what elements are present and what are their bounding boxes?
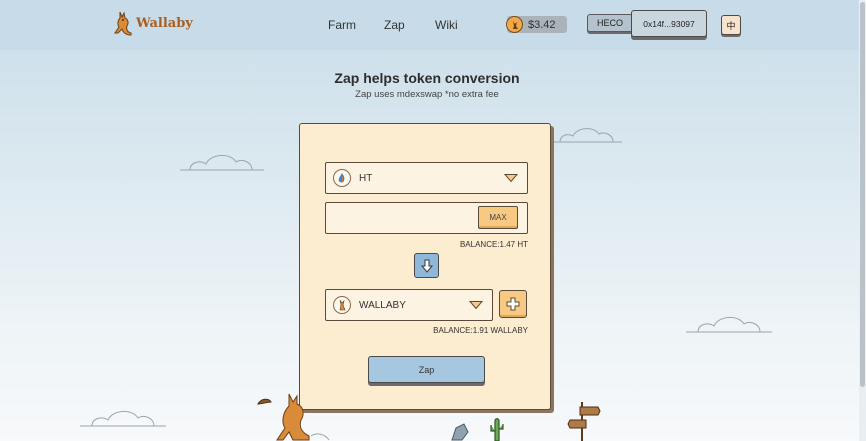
- logo-text: Wallaby: [136, 15, 193, 31]
- signpost-icon: [567, 402, 601, 441]
- add-token-button[interactable]: [499, 290, 527, 318]
- zap-button[interactable]: Zap: [368, 356, 485, 383]
- logo[interactable]: Wallaby: [112, 10, 193, 36]
- top-bar: Wallaby Farm Zap Wiki $3.42 HECO 0x14f..…: [0, 0, 866, 50]
- to-token-select[interactable]: WALLABY: [325, 289, 493, 321]
- cloud-icon: [686, 317, 772, 333]
- wallet-address-button[interactable]: 0x14f...93097: [631, 10, 707, 37]
- scrollbar-thumb[interactable]: [860, 2, 865, 387]
- language-button[interactable]: 中: [721, 15, 741, 35]
- nav-zap[interactable]: Zap: [384, 18, 405, 32]
- plus-icon: [506, 297, 520, 311]
- kangaroo-illustration-icon: [257, 393, 330, 441]
- cloud-icon: [552, 128, 622, 143]
- wallaby-token-icon: [333, 296, 351, 314]
- from-token-name: HT: [359, 172, 373, 184]
- page-title: Zap helps token conversion: [334, 70, 520, 86]
- cactus-icon: [490, 418, 504, 441]
- price-value: $3.42: [528, 18, 556, 31]
- page-subtitle: Zap uses mdexswap *no extra fee: [355, 89, 499, 100]
- chevron-down-icon: [469, 301, 483, 310]
- arrow-down-icon: [420, 259, 433, 273]
- ht-token-icon: [333, 169, 351, 187]
- from-balance: BALANCE:1.47 HT: [459, 240, 528, 249]
- cloud-icon: [180, 155, 264, 171]
- to-balance: BALANCE:1.91 WALLABY: [433, 326, 528, 335]
- kangaroo-logo-icon: [114, 11, 132, 36]
- chain-button[interactable]: HECO: [587, 14, 633, 32]
- to-token-name: WALLABY: [359, 299, 406, 311]
- nav-wiki[interactable]: Wiki: [435, 18, 458, 32]
- max-button[interactable]: MAX: [478, 206, 518, 229]
- cloud-icon: [80, 411, 166, 427]
- nav-farm[interactable]: Farm: [328, 18, 356, 32]
- token-price: $3.42: [506, 16, 567, 33]
- chevron-down-icon: [504, 174, 518, 183]
- wallaby-coin-icon: [506, 16, 523, 33]
- swap-direction-button[interactable]: [414, 253, 439, 278]
- from-token-select[interactable]: HT: [325, 162, 528, 194]
- rock-icon: [451, 423, 469, 441]
